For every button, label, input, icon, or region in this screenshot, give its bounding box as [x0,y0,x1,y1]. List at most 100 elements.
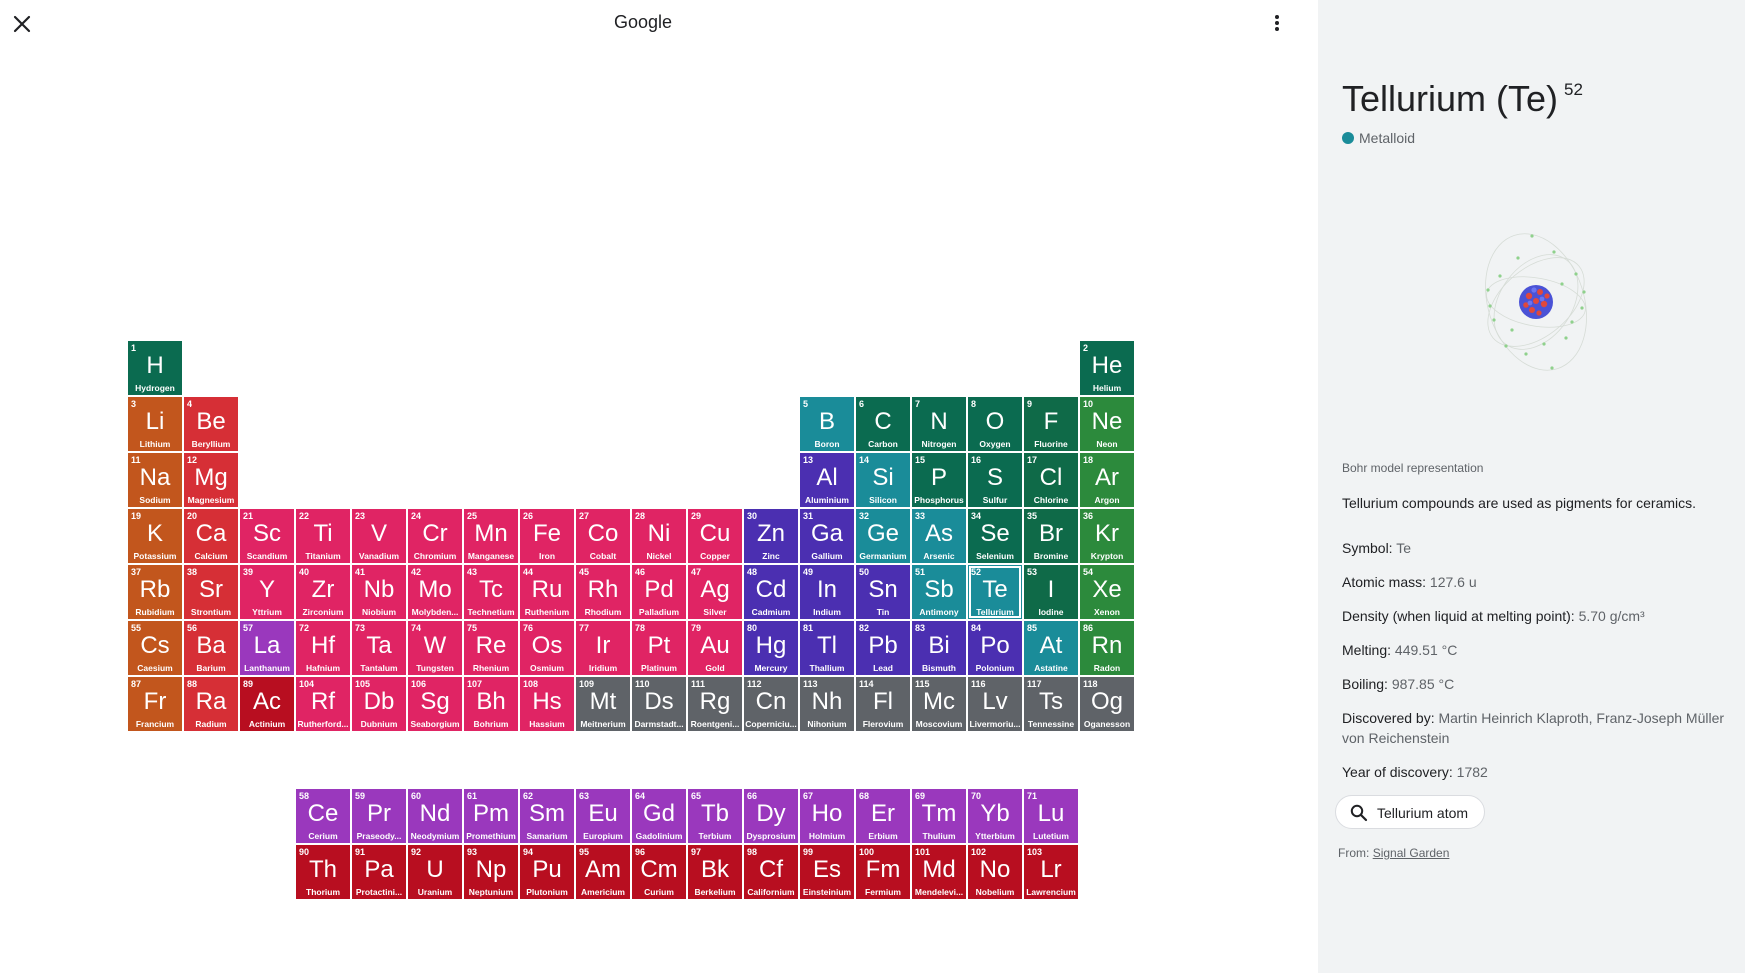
element-tile[interactable]: 27 Co Cobalt [576,509,630,563]
element-tile[interactable]: 51 Sb Antimony [912,565,966,619]
element-tile[interactable]: 101 Md Mendelevi... [912,845,966,899]
element-tile[interactable]: 56 Ba Barium [184,621,238,675]
element-tile[interactable]: 20 Ca Calcium [184,509,238,563]
element-tile[interactable]: 74 W Tungsten [408,621,462,675]
element-tile[interactable]: 118 Og Oganesson [1080,677,1134,731]
element-tile[interactable]: 26 Fe Iron [520,509,574,563]
element-tile[interactable]: 105 Db Dubnium [352,677,406,731]
element-tile[interactable]: 115 Mc Moscovium [912,677,966,731]
element-tile[interactable]: 30 Zn Zinc [744,509,798,563]
element-tile[interactable]: 4 Be Beryllium [184,397,238,451]
element-tile[interactable]: 59 Pr Praseody... [352,789,406,843]
element-tile[interactable]: 39 Y Yttrium [240,565,294,619]
element-tile[interactable]: 58 Ce Cerium [296,789,350,843]
element-tile[interactable]: 86 Rn Radon [1080,621,1134,675]
element-tile[interactable]: 1 H Hydrogen [128,341,182,395]
element-tile[interactable]: 47 Ag Silver [688,565,742,619]
element-tile[interactable]: 108 Hs Hassium [520,677,574,731]
element-tile[interactable]: 97 Bk Berkelium [688,845,742,899]
element-tile[interactable]: 22 Ti Titanium [296,509,350,563]
element-tile[interactable]: 109 Mt Meitnerium [576,677,630,731]
element-tile[interactable]: 19 K Potassium [128,509,182,563]
element-tile[interactable]: 14 Si Silicon [856,453,910,507]
element-tile[interactable]: 6 C Carbon [856,397,910,451]
element-tile[interactable]: 28 Ni Nickel [632,509,686,563]
element-tile[interactable]: 72 Hf Hafnium [296,621,350,675]
element-tile[interactable]: 84 Po Polonium [968,621,1022,675]
element-tile[interactable]: 44 Ru Ruthenium [520,565,574,619]
element-tile[interactable]: 106 Sg Seaborgium [408,677,462,731]
element-tile[interactable]: 69 Tm Thulium [912,789,966,843]
element-tile[interactable]: 11 Na Sodium [128,453,182,507]
element-tile[interactable]: 103 Lr Lawrencium [1024,845,1078,899]
element-tile[interactable]: 73 Ta Tantalum [352,621,406,675]
element-tile[interactable]: 23 V Vanadium [352,509,406,563]
element-tile[interactable]: 15 P Phosphorus [912,453,966,507]
element-tile[interactable]: 93 Np Neptunium [464,845,518,899]
element-tile[interactable]: 117 Ts Tennessine [1024,677,1078,731]
element-tile[interactable]: 31 Ga Gallium [800,509,854,563]
element-tile[interactable]: 25 Mn Manganese [464,509,518,563]
element-tile[interactable]: 38 Sr Strontium [184,565,238,619]
element-tile[interactable]: 110 Ds Darmstadt... [632,677,686,731]
element-tile[interactable]: 40 Zr Zirconium [296,565,350,619]
element-tile[interactable]: 41 Nb Niobium [352,565,406,619]
element-tile[interactable]: 96 Cm Curium [632,845,686,899]
element-tile[interactable]: 116 Lv Livermoriu... [968,677,1022,731]
element-tile[interactable]: 99 Es Einsteinium [800,845,854,899]
element-tile[interactable]: 107 Bh Bohrium [464,677,518,731]
element-tile[interactable]: 65 Tb Terbium [688,789,742,843]
element-tile[interactable]: 75 Re Rhenium [464,621,518,675]
element-tile[interactable]: 113 Nh Nihonium [800,677,854,731]
element-tile[interactable]: 32 Ge Germanium [856,509,910,563]
element-tile[interactable]: 88 Ra Radium [184,677,238,731]
element-tile[interactable]: 66 Dy Dysprosium [744,789,798,843]
element-tile[interactable]: 87 Fr Francium [128,677,182,731]
element-tile[interactable]: 67 Ho Holmium [800,789,854,843]
element-tile[interactable]: 55 Cs Caesium [128,621,182,675]
element-tile[interactable]: 114 Fl Flerovium [856,677,910,731]
element-tile[interactable]: 64 Gd Gadolinium [632,789,686,843]
element-tile[interactable]: 85 At Astatine [1024,621,1078,675]
element-tile[interactable]: 81 Tl Thallium [800,621,854,675]
element-tile[interactable]: 13 Al Aluminium [800,453,854,507]
element-tile[interactable]: 57 La Lanthanum [240,621,294,675]
element-tile[interactable]: 5 B Boron [800,397,854,451]
element-tile[interactable]: 90 Th Thorium [296,845,350,899]
element-tile[interactable]: 2 He Helium [1080,341,1134,395]
element-tile[interactable]: 53 I Iodine [1024,565,1078,619]
element-tile[interactable]: 17 Cl Chlorine [1024,453,1078,507]
element-tile[interactable]: 95 Am Americium [576,845,630,899]
element-tile[interactable]: 111 Rg Roentgeni... [688,677,742,731]
element-tile[interactable]: 52 Te Tellurium [968,565,1022,619]
element-tile[interactable]: 91 Pa Protactini... [352,845,406,899]
element-tile[interactable]: 3 Li Lithium [128,397,182,451]
element-tile[interactable]: 33 As Arsenic [912,509,966,563]
element-tile[interactable]: 83 Bi Bismuth [912,621,966,675]
element-tile[interactable]: 46 Pd Palladium [632,565,686,619]
element-tile[interactable]: 63 Eu Europium [576,789,630,843]
element-tile[interactable]: 10 Ne Neon [1080,397,1134,451]
element-tile[interactable]: 61 Pm Promethium [464,789,518,843]
element-tile[interactable]: 24 Cr Chromium [408,509,462,563]
element-tile[interactable]: 49 In Indium [800,565,854,619]
element-tile[interactable]: 45 Rh Rhodium [576,565,630,619]
element-tile[interactable]: 29 Cu Copper [688,509,742,563]
element-tile[interactable]: 80 Hg Mercury [744,621,798,675]
element-tile[interactable]: 37 Rb Rubidium [128,565,182,619]
element-tile[interactable]: 35 Br Bromine [1024,509,1078,563]
element-tile[interactable]: 82 Pb Lead [856,621,910,675]
element-tile[interactable]: 102 No Nobelium [968,845,1022,899]
element-tile[interactable]: 71 Lu Lutetium [1024,789,1078,843]
element-tile[interactable]: 89 Ac Actinium [240,677,294,731]
element-tile[interactable]: 12 Mg Magnesium [184,453,238,507]
element-tile[interactable]: 8 O Oxygen [968,397,1022,451]
element-tile[interactable]: 76 Os Osmium [520,621,574,675]
element-tile[interactable]: 92 U Uranium [408,845,462,899]
element-tile[interactable]: 42 Mo Molybden... [408,565,462,619]
bohr-model-atom-icon[interactable] [1466,226,1606,386]
element-tile[interactable]: 34 Se Selenium [968,509,1022,563]
element-tile[interactable]: 98 Cf Californium [744,845,798,899]
element-tile[interactable]: 54 Xe Xenon [1080,565,1134,619]
element-tile[interactable]: 7 N Nitrogen [912,397,966,451]
